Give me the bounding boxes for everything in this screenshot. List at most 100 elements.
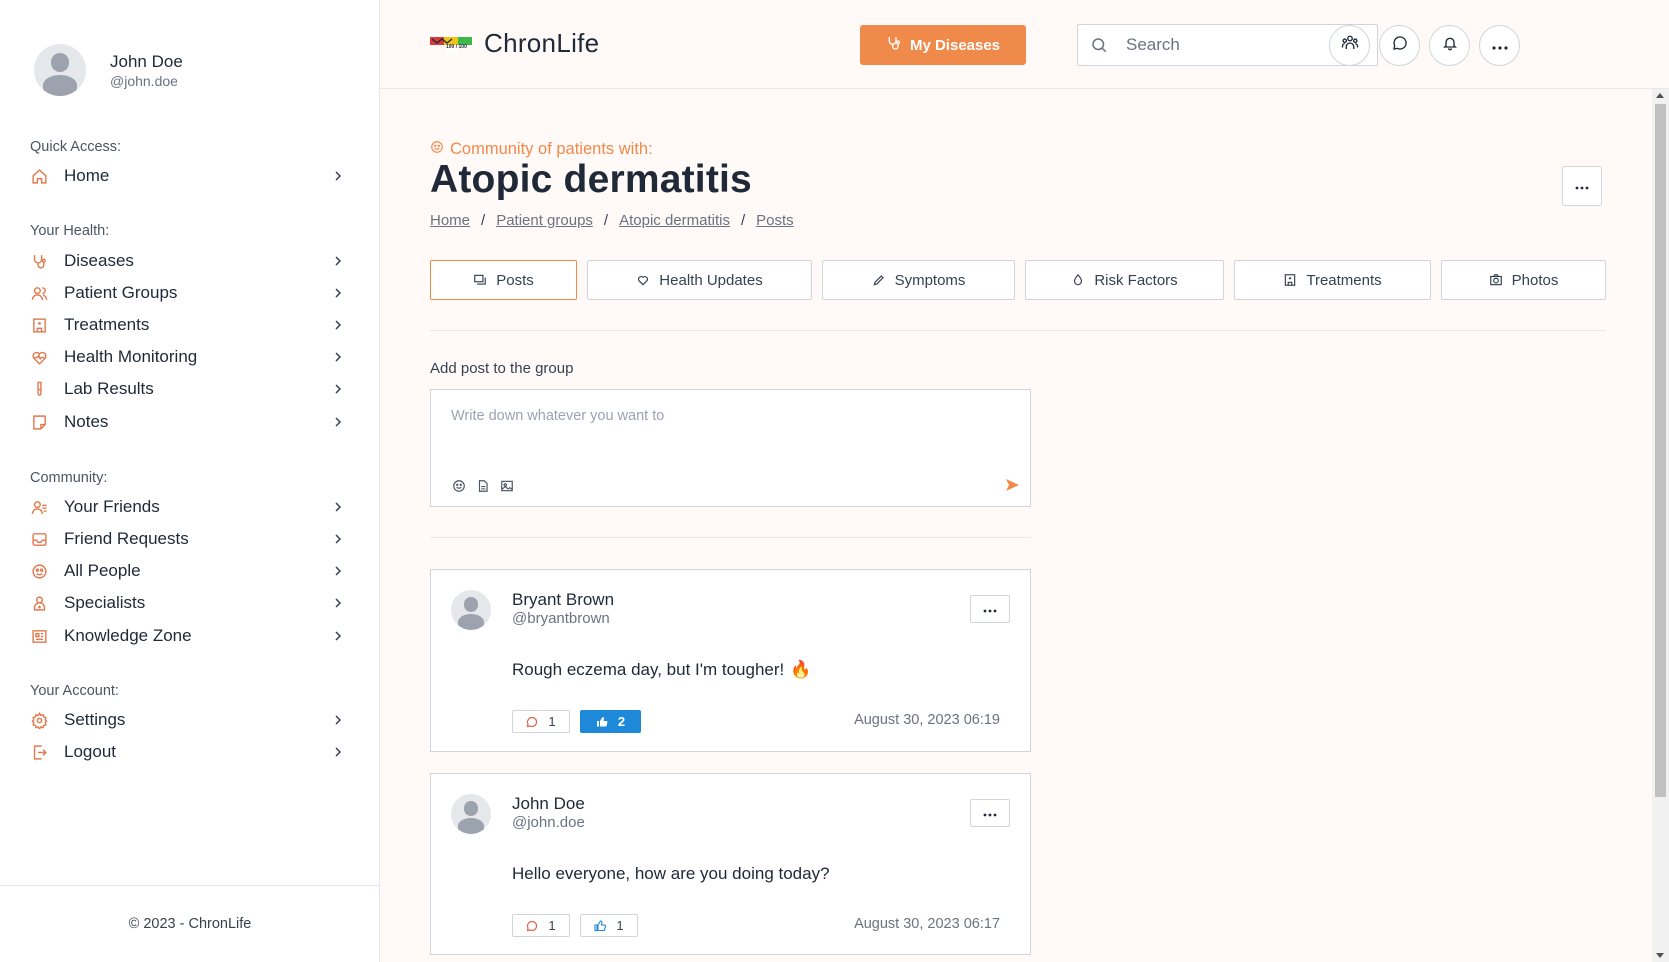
comment-button[interactable]: 1 [512, 914, 570, 937]
image-icon[interactable] [499, 478, 515, 494]
sidebar-item-logout[interactable]: Logout [30, 738, 345, 766]
tab-label: Health Updates [659, 271, 763, 289]
breadcrumb: Home / Patient groups / Atopic dermatiti… [430, 212, 794, 229]
chevron-right-icon [331, 713, 345, 727]
inbox-icon [30, 530, 48, 548]
send-icon[interactable] [1004, 477, 1020, 493]
tab-treatments[interactable]: Treatments [1234, 260, 1431, 300]
messages-button[interactable] [1379, 25, 1420, 66]
post-input[interactable] [451, 408, 1011, 448]
like-button[interactable]: 1 [580, 914, 638, 937]
section-label-your-health: Your Health: [30, 223, 110, 239]
post-more-button[interactable] [970, 595, 1010, 623]
breadcrumb-home[interactable]: Home [430, 212, 470, 229]
post-author[interactable]: John Doe [512, 794, 585, 814]
scroll-up-arrow[interactable] [1656, 93, 1664, 98]
sidebar-item-health-monitoring[interactable]: Health Monitoring [30, 343, 345, 371]
sidebar-item-your-friends[interactable]: Your Friends [30, 493, 345, 521]
users-icon [30, 284, 48, 302]
sidebar-item-home[interactable]: Home [30, 162, 345, 190]
tab-health-updates[interactable]: Health Updates [587, 260, 812, 300]
post-date: August 30, 2023 06:19 [854, 712, 1000, 728]
thumbs-up-icon [596, 716, 608, 728]
emoji-icon[interactable] [451, 478, 467, 494]
breadcrumb-posts[interactable]: Posts [756, 212, 794, 229]
scroll-down-arrow[interactable] [1656, 953, 1664, 958]
logo-text: ChronLife [484, 28, 600, 58]
like-button[interactable]: 2 [580, 710, 641, 733]
user-list-icon [30, 498, 48, 516]
tab-symptoms[interactable]: Symptoms [822, 260, 1015, 300]
tab-posts[interactable]: Posts [430, 260, 577, 300]
chevron-right-icon [331, 286, 345, 300]
scrollbar[interactable] [1652, 89, 1669, 962]
notifications-button[interactable] [1429, 25, 1470, 66]
avatar[interactable] [451, 794, 491, 834]
group-more-button[interactable] [1562, 166, 1602, 206]
scrollbar-thumb[interactable] [1655, 104, 1666, 797]
people-button[interactable] [1329, 25, 1370, 66]
sidebar-item-notes[interactable]: Notes [30, 408, 345, 436]
document-icon[interactable] [475, 478, 491, 494]
sidebar-item-friend-requests[interactable]: Friend Requests [30, 525, 345, 553]
more-icon [983, 804, 997, 822]
sidebar-item-label: All People [64, 561, 141, 580]
post-author-handle: @john.doe [512, 814, 585, 831]
doctor-icon [30, 594, 48, 612]
stethoscope-icon [886, 35, 902, 55]
sidebar-item-label: Diseases [64, 251, 134, 270]
sidebar-item-diseases[interactable]: Diseases [30, 247, 345, 275]
hospital-icon [30, 316, 48, 334]
section-label-community: Community: [30, 470, 108, 486]
sidebar-item-knowledge-zone[interactable]: Knowledge Zone [30, 622, 345, 650]
breadcrumb-atopic-dermatitis[interactable]: Atopic dermatitis [619, 212, 730, 229]
breadcrumb-patient-groups[interactable]: Patient groups [496, 212, 593, 229]
camera-icon [1489, 273, 1503, 287]
post-text-row: Rough eczema day, but I'm tougher! 🔥 [512, 660, 811, 680]
breadcrumb-separator: / [481, 212, 486, 229]
logo[interactable]: 100 / 100 ChronLife [430, 28, 599, 59]
sidebar-item-label: Treatments [64, 315, 150, 334]
sidebar-item-all-people[interactable]: All People [30, 557, 345, 585]
section-label-quick-access: Quick Access: [30, 139, 122, 155]
sidebar-item-patient-groups[interactable]: Patient Groups [30, 279, 345, 307]
chevron-right-icon [331, 254, 345, 268]
post-more-button[interactable] [970, 799, 1010, 827]
tab-risk-factors[interactable]: Risk Factors [1025, 260, 1224, 300]
search-icon [1090, 36, 1108, 54]
home-icon [30, 167, 48, 185]
comment-button[interactable]: 1 [512, 710, 570, 733]
smile-icon [430, 140, 444, 159]
sidebar-item-settings[interactable]: Settings [30, 706, 345, 734]
tab-photos[interactable]: Photos [1441, 260, 1606, 300]
post-author-handle: @bryantbrown [512, 610, 610, 627]
post-card: John Doe @john.doe Hello everyone, how a… [430, 773, 1031, 955]
people-icon [1341, 34, 1359, 57]
post-text-row: Hello everyone, how are you doing today? [512, 864, 830, 884]
sidebar-item-label: Lab Results [64, 379, 154, 398]
user-profile[interactable]: John Doe @john.doe [34, 44, 183, 96]
search-input[interactable] [1126, 35, 1356, 55]
comment-count: 1 [548, 714, 556, 729]
my-diseases-label: My Diseases [909, 36, 1001, 54]
post-author[interactable]: Bryant Brown [512, 590, 614, 610]
comment-icon [526, 920, 538, 932]
sidebar-item-specialists[interactable]: Specialists [30, 589, 345, 617]
comment-icon [526, 716, 538, 728]
my-diseases-button[interactable]: My Diseases [860, 25, 1026, 65]
divider [430, 537, 1031, 538]
community-label: Community of patients with: [430, 140, 653, 159]
more-menu-button[interactable] [1479, 25, 1520, 66]
chevron-right-icon [331, 564, 345, 578]
sidebar-footer: © 2023 - ChronLife [0, 885, 380, 962]
sidebar-item-label: Friend Requests [64, 529, 189, 548]
sidebar-item-treatments[interactable]: Treatments [30, 311, 345, 339]
sidebar-item-label: Home [64, 166, 110, 185]
logout-icon [30, 743, 48, 761]
sidebar-item-label: Specialists [64, 593, 146, 612]
avatar[interactable] [451, 590, 491, 630]
posts-icon [473, 273, 487, 287]
tab-label: Symptoms [894, 271, 966, 289]
tab-label: Photos [1511, 271, 1559, 289]
sidebar-item-lab-results[interactable]: Lab Results [30, 375, 345, 403]
